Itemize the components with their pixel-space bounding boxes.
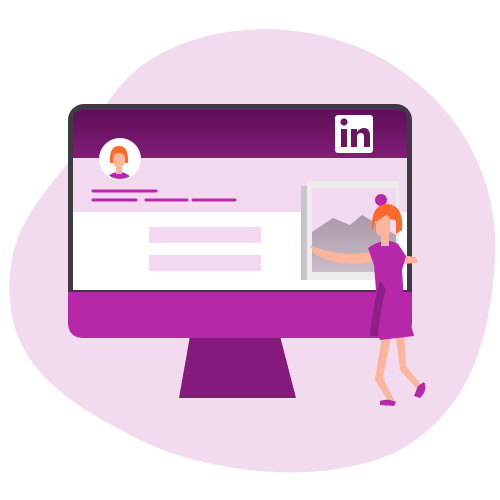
linkedin-icon[interactable]	[335, 115, 373, 153]
content-placeholder-1	[149, 227, 261, 243]
monitor-chin	[68, 292, 412, 338]
illustration	[9, 29, 496, 473]
monitor-stand	[179, 336, 296, 398]
content-placeholder-2	[149, 255, 261, 271]
